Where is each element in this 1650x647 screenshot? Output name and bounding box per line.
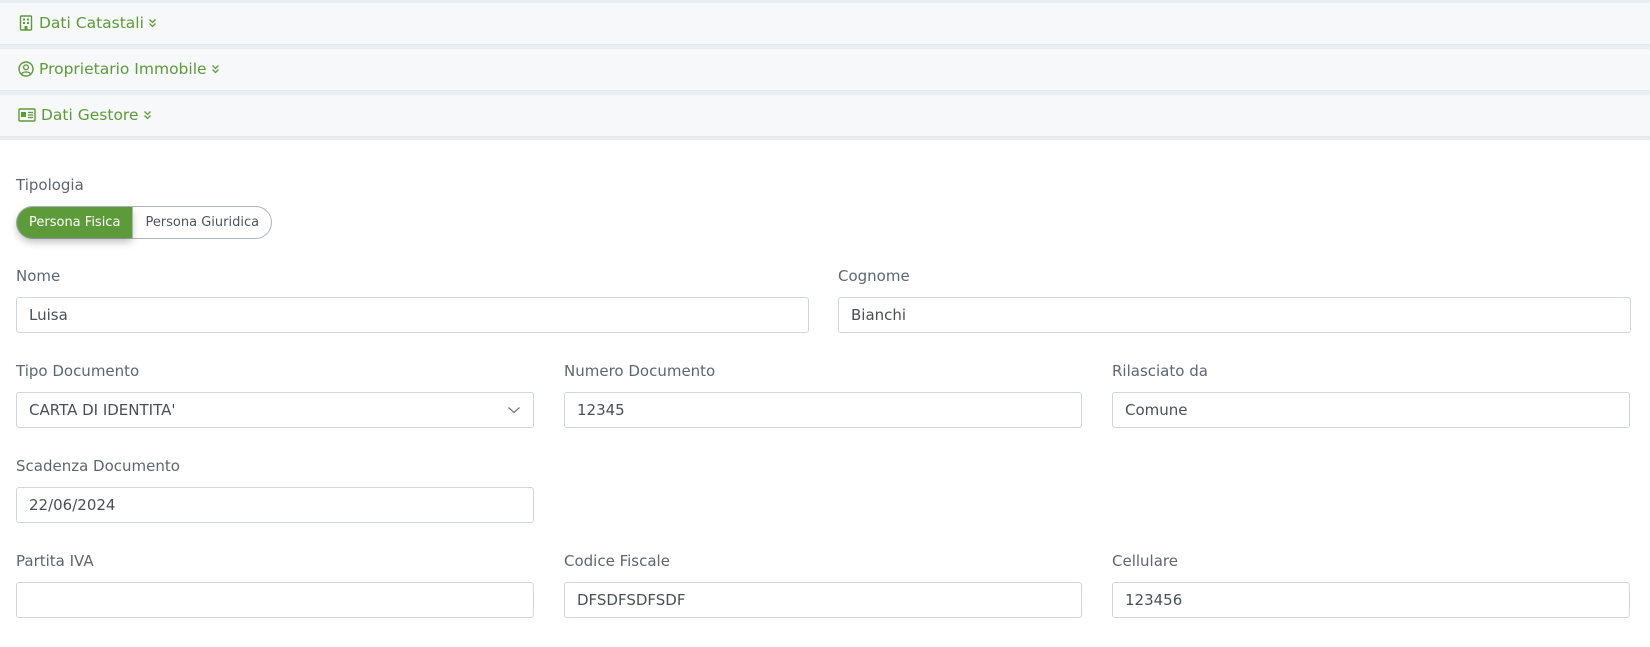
- rilasciato-da-label: Rilasciato da: [1112, 362, 1208, 380]
- section-proprietario-immobile[interactable]: Proprietario Immobile: [0, 49, 1650, 91]
- scadenza-documento-value: 22/06/2024: [29, 496, 116, 514]
- cellulare-input[interactable]: 123456: [1112, 582, 1630, 618]
- chevron-down-icon: [508, 407, 520, 414]
- section-title-proprietario-immobile: Proprietario Immobile: [39, 60, 207, 78]
- user-circle-icon: [17, 60, 35, 78]
- tipo-documento-select[interactable]: CARTA DI IDENTITA': [16, 392, 534, 428]
- partita-iva-input[interactable]: [16, 582, 534, 618]
- tipologia-option-persona-giuridica[interactable]: Persona Giuridica: [132, 207, 271, 238]
- nome-value: Luisa: [29, 306, 68, 324]
- nome-label: Nome: [16, 267, 61, 285]
- rilasciato-da-input[interactable]: Comune: [1112, 392, 1630, 428]
- cognome-value: Bianchi: [851, 306, 907, 324]
- numero-documento-value: 12345: [577, 401, 625, 419]
- section-header-dati-catastali[interactable]: Dati Catastali: [0, 3, 1650, 43]
- rilasciato-da-value: Comune: [1125, 401, 1188, 419]
- numero-documento-input[interactable]: 12345: [564, 392, 1082, 428]
- codice-fiscale-label: Codice Fiscale: [564, 552, 670, 570]
- partita-iva-label: Partita IVA: [16, 552, 94, 570]
- section-title-dati-catastali: Dati Catastali: [39, 14, 144, 32]
- numero-documento-label: Numero Documento: [564, 362, 716, 380]
- section-header-dati-gestore[interactable]: Dati Gestore: [0, 95, 1650, 135]
- chevron-double-down-icon: [148, 18, 157, 28]
- chevron-double-down-icon: [143, 110, 152, 120]
- section-dati-gestore[interactable]: Dati Gestore: [0, 95, 1650, 137]
- chevron-double-down-icon: [211, 64, 220, 74]
- tipo-documento-value: CARTA DI IDENTITA': [29, 401, 176, 419]
- scadenza-documento-label: Scadenza Documento: [16, 457, 180, 475]
- id-card-icon: [17, 106, 37, 124]
- tipologia-option-persona-fisica[interactable]: Persona Fisica: [17, 207, 133, 238]
- codice-fiscale-input[interactable]: DFSDFSDFSDF: [564, 582, 1082, 618]
- building-icon: [17, 14, 35, 32]
- section-header-proprietario-immobile[interactable]: Proprietario Immobile: [0, 49, 1650, 89]
- page-background: Dati Catastali Proprietario Immobile Dat…: [0, 0, 1650, 647]
- cognome-label: Cognome: [838, 267, 910, 285]
- section-dati-catastali[interactable]: Dati Catastali: [0, 3, 1650, 45]
- tipo-documento-label: Tipo Documento: [16, 362, 140, 380]
- tipologia-label: Tipologia: [16, 176, 84, 194]
- cellulare-value: 123456: [1125, 591, 1183, 609]
- codice-fiscale-value: DFSDFSDFSDF: [577, 591, 686, 609]
- cellulare-label: Cellulare: [1112, 552, 1178, 570]
- tipologia-toggle: Persona Fisica Persona Giuridica: [16, 206, 273, 239]
- nome-input[interactable]: Luisa: [16, 297, 809, 333]
- section-title-dati-gestore: Dati Gestore: [41, 106, 139, 124]
- cognome-input[interactable]: Bianchi: [838, 297, 1631, 333]
- scadenza-documento-input[interactable]: 22/06/2024: [16, 487, 534, 523]
